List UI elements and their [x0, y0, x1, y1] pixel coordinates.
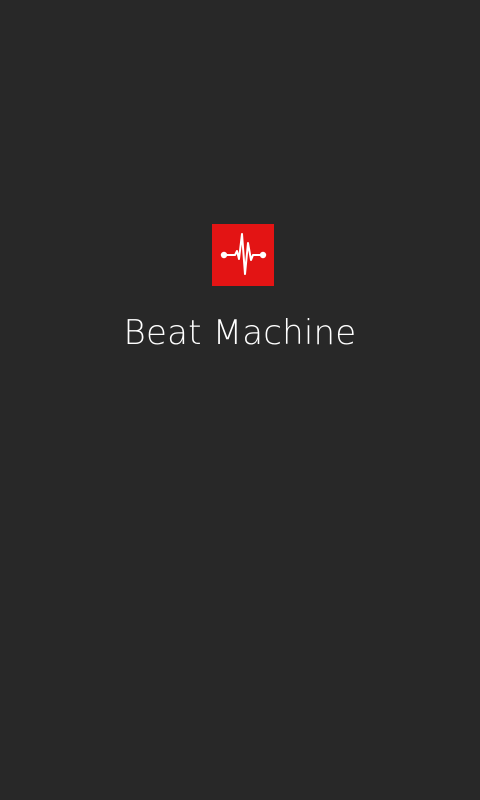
splash-screen: Beat Machine [0, 0, 480, 800]
heartbeat-waveform-icon [220, 233, 267, 275]
app-logo [212, 224, 274, 286]
app-title: Beat Machine [123, 313, 357, 353]
